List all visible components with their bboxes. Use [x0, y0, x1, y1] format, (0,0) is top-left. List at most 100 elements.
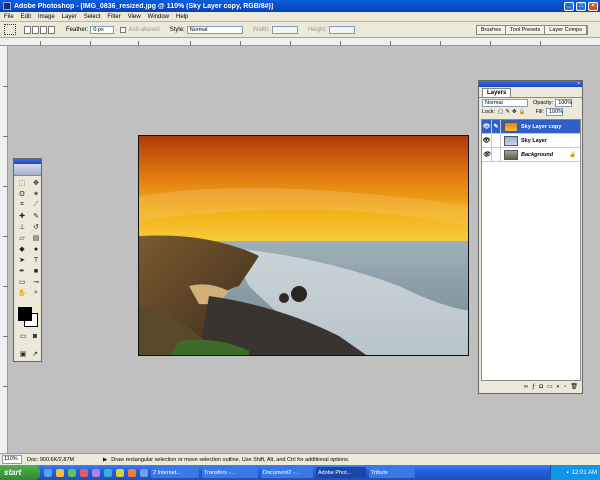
- feather-logo-icon[interactable]: [14, 164, 41, 176]
- healing-brush-icon[interactable]: ✚: [16, 211, 28, 221]
- width-input[interactable]: [271, 25, 298, 34]
- quicklaunch-app-icon[interactable]: [116, 468, 124, 477]
- tab-tool-presets[interactable]: Tool Presets: [506, 26, 546, 34]
- lock-position-icon[interactable]: ✥: [512, 109, 517, 115]
- clone-stamp-icon[interactable]: ⊥: [16, 222, 28, 232]
- add-mask-icon[interactable]: ◘: [539, 384, 543, 390]
- brush-tool-icon[interactable]: ✎: [30, 211, 42, 221]
- jump-to-imageready-icon[interactable]: ↗: [29, 349, 41, 359]
- horizontal-ruler[interactable]: [0, 38, 600, 46]
- quicklaunch-app-icon[interactable]: [128, 468, 136, 477]
- hand-tool-icon[interactable]: ✋: [16, 288, 28, 298]
- menu-layer[interactable]: Layer: [62, 14, 77, 20]
- layer-style-icon[interactable]: ƒ: [532, 384, 535, 390]
- shape-tool-icon[interactable]: ■: [30, 266, 42, 276]
- feather-input[interactable]: 0 px: [90, 25, 115, 34]
- task-document[interactable]: Document2 -...: [261, 467, 313, 478]
- notes-tool-icon[interactable]: ▭: [16, 277, 28, 287]
- vertical-ruler[interactable]: [0, 46, 8, 453]
- style-select[interactable]: Normal: [186, 25, 243, 34]
- antialiased-checkbox[interactable]: [120, 26, 127, 33]
- panel-close-icon[interactable]: ×: [577, 81, 580, 87]
- status-menu-arrow-icon[interactable]: ▶: [103, 457, 107, 463]
- menu-view[interactable]: View: [128, 14, 141, 20]
- history-brush-icon[interactable]: ↺: [30, 222, 42, 232]
- slice-tool-icon[interactable]: ⟋: [30, 200, 42, 210]
- magic-wand-icon[interactable]: ✶: [30, 189, 42, 199]
- tray-network-icon[interactable]: ▪: [567, 470, 569, 476]
- quicklaunch-app-icon[interactable]: [80, 468, 88, 477]
- menu-edit[interactable]: Edit: [21, 14, 31, 20]
- new-selection-icon[interactable]: [24, 25, 31, 34]
- tab-layer-comps[interactable]: Layer Comps: [545, 26, 587, 34]
- layer-row[interactable]: 👁 Background 🔒: [482, 147, 580, 162]
- visibility-eye-icon[interactable]: 👁: [482, 119, 492, 134]
- standard-mode-icon[interactable]: ▭: [17, 331, 29, 341]
- type-tool-icon[interactable]: T: [30, 255, 42, 265]
- layer-row[interactable]: 👁 Sky Layer: [482, 133, 580, 148]
- subtract-selection-icon[interactable]: [40, 25, 47, 34]
- task-tribute[interactable]: Tribute: [369, 467, 415, 478]
- height-input[interactable]: [328, 25, 355, 34]
- zoom-input[interactable]: 110%: [2, 455, 22, 464]
- quicklaunch-ie-icon[interactable]: [44, 468, 52, 477]
- add-to-selection-icon[interactable]: [32, 25, 39, 34]
- quicklaunch-app-icon[interactable]: [104, 468, 112, 477]
- blend-mode-select[interactable]: Normal: [482, 98, 528, 107]
- quicklaunch-folder-icon[interactable]: [56, 468, 64, 477]
- marquee-tool-icon[interactable]: ⬚: [16, 178, 28, 188]
- lock-image-icon[interactable]: ✎: [505, 109, 510, 115]
- new-set-icon[interactable]: ▭: [547, 383, 553, 390]
- menu-help[interactable]: Help: [176, 14, 188, 20]
- eyedropper-icon[interactable]: ⊸: [30, 277, 42, 287]
- layer-row[interactable]: 👁 ✎ Sky Layer copy: [482, 119, 580, 134]
- visibility-eye-icon[interactable]: 👁: [482, 147, 492, 162]
- lasso-tool-icon[interactable]: ʘ: [16, 189, 28, 199]
- zoom-tool-icon[interactable]: ⌕: [30, 288, 42, 298]
- quicklaunch-app-icon[interactable]: [92, 468, 100, 477]
- quicklaunch-media-icon[interactable]: [68, 468, 76, 477]
- task-internet[interactable]: 2 Internet...: [151, 467, 199, 478]
- dodge-tool-icon[interactable]: ●: [30, 244, 42, 254]
- delete-layer-icon[interactable]: 🗑: [570, 383, 578, 390]
- menu-filter[interactable]: Filter: [107, 14, 120, 20]
- eraser-tool-icon[interactable]: ▱: [16, 233, 28, 243]
- task-transfers[interactable]: Transfers -...: [202, 467, 258, 478]
- pen-tool-icon[interactable]: ✒: [16, 266, 28, 276]
- screen-mode-icon[interactable]: ▣: [17, 349, 29, 359]
- minimize-button[interactable]: _: [564, 1, 574, 11]
- task-photoshop[interactable]: Adobe Phot...: [316, 467, 366, 478]
- gradient-tool-icon[interactable]: ▤: [30, 233, 42, 243]
- new-layer-icon[interactable]: ▫: [564, 384, 566, 390]
- intersect-selection-icon[interactable]: [48, 25, 55, 34]
- quicklaunch-app-icon[interactable]: [140, 468, 148, 477]
- adjustment-layer-icon[interactable]: ◐: [557, 384, 561, 390]
- marquee-tool-preset-icon[interactable]: [4, 24, 16, 35]
- visibility-eye-icon[interactable]: 👁: [482, 133, 492, 148]
- layer-thumbnail: [504, 135, 518, 146]
- lock-transparency-icon[interactable]: ▢: [498, 109, 503, 115]
- document-canvas[interactable]: [138, 135, 469, 356]
- menu-image[interactable]: Image: [38, 14, 55, 20]
- opacity-input[interactable]: 100%: [555, 98, 572, 107]
- menu-window[interactable]: Window: [148, 14, 169, 20]
- tab-brushes[interactable]: Brushes: [477, 26, 507, 34]
- clock[interactable]: 12:01 AM: [572, 470, 597, 476]
- menu-file[interactable]: File: [4, 14, 14, 20]
- doc-size-info[interactable]: Doc: 900.6K/2.87M: [27, 457, 95, 463]
- move-tool-icon[interactable]: ✥: [30, 178, 42, 188]
- menu-select[interactable]: Select: [84, 14, 101, 20]
- quick-mask-icon[interactable]: ◙: [29, 331, 41, 341]
- tab-layers[interactable]: Layers: [482, 88, 512, 97]
- blur-tool-icon[interactable]: ◆: [16, 244, 28, 254]
- close-button[interactable]: ×: [588, 1, 598, 11]
- foreground-color-swatch[interactable]: [18, 307, 32, 321]
- path-selection-icon[interactable]: ➤: [16, 255, 28, 265]
- link-layers-icon[interactable]: ∞: [524, 384, 528, 390]
- start-button[interactable]: start: [0, 465, 40, 480]
- layers-panel-titlebar[interactable]: ×: [479, 81, 582, 87]
- crop-tool-icon[interactable]: ⌗: [16, 200, 28, 210]
- lock-all-icon[interactable]: 🔒: [519, 109, 526, 115]
- fill-input[interactable]: 100%: [546, 108, 563, 116]
- restore-button[interactable]: □: [576, 1, 586, 11]
